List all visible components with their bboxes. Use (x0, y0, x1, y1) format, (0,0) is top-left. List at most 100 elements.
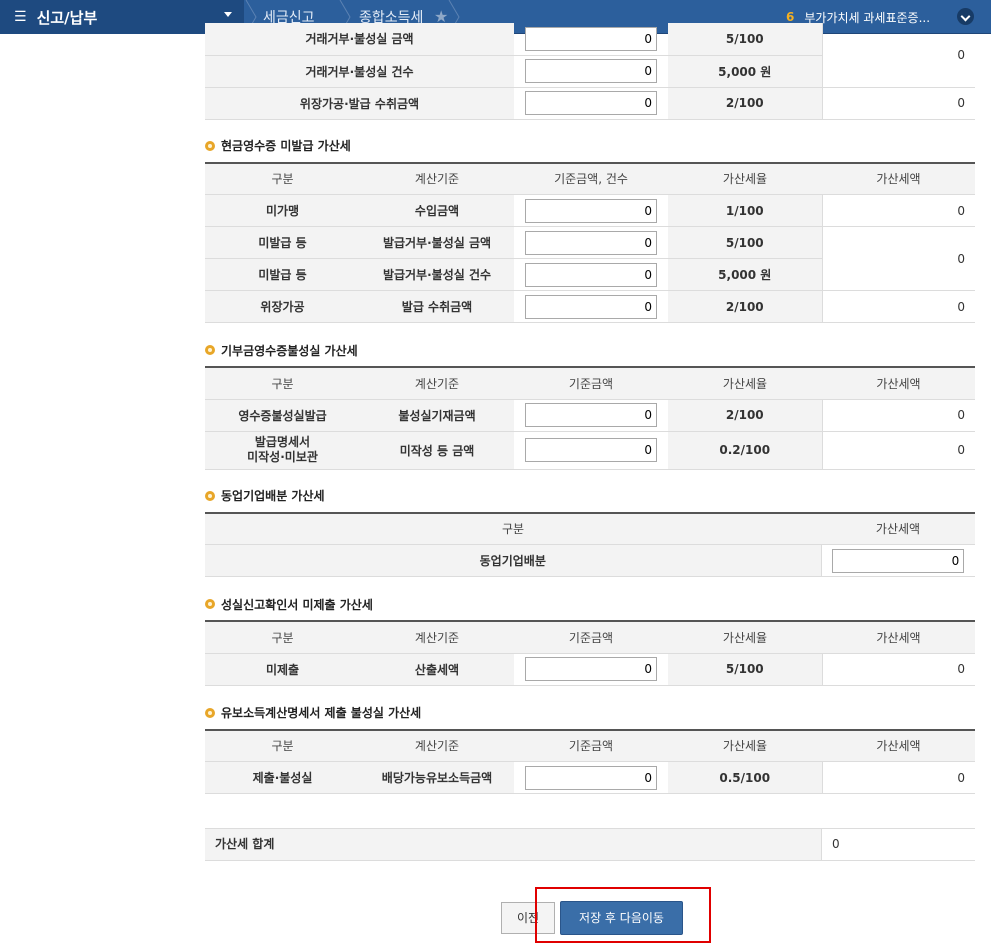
penalty-amount-cell: 0 (821, 226, 975, 291)
amount-input[interactable]: 0 (525, 91, 657, 115)
column-header: 가산세액 (822, 162, 975, 195)
column-header: 구분 (205, 512, 821, 545)
basis-cell: 발급거부·불성실 금액 (360, 226, 514, 259)
menu-title: 신고/납부 (36, 8, 98, 27)
amount-input[interactable]: 0 (525, 657, 657, 681)
penalty-amount-cell: 0 (821, 431, 975, 470)
confirmation-report-table: 구분 계산기준 기준금액 가산세율 가산세액 미제출 산출세액 0 5/100 … (205, 620, 975, 686)
column-header: 가산세액 (822, 621, 975, 654)
column-header: 가산세율 (668, 621, 822, 654)
category-cell: 영수증불성실발급 (205, 399, 360, 432)
basis-cell: 불성실기재금액 (360, 399, 514, 432)
penalty-amount-input[interactable]: 0 (832, 548, 965, 573)
column-header: 계산기준 (360, 162, 514, 195)
penalty-amount-cell: 0 (821, 87, 975, 120)
table-header-row: 구분 계산기준 기준금액 가산세율 가산세액 (205, 367, 975, 400)
column-header: 가산세율 (668, 729, 822, 762)
rate-cell: 2/100 (668, 399, 822, 432)
column-header: 구분 (205, 162, 360, 195)
basis-cell: 거래거부·불성실 금액 (205, 23, 514, 56)
column-header: 계산기준 (360, 621, 514, 654)
bullet-icon (205, 707, 215, 718)
penalty-tax-content: 거래거부·불성실 금액 0 5/100 0 거래거부·불성실 건수 0 5,00… (205, 23, 975, 794)
count-input[interactable]: 0 (525, 59, 657, 83)
penalty-amount-cell: 0 (821, 399, 975, 432)
category-cell: 제출·불성실 (205, 761, 360, 794)
rate-cell: 5/100 (668, 23, 822, 56)
amount-input[interactable]: 0 (525, 294, 657, 319)
rate-cell: 5,000 원 (668, 258, 822, 291)
column-header: 가산세액 (821, 512, 975, 545)
section-title: 기부금영수증불성실 가산세 (205, 340, 975, 360)
column-header: 기준금액 (514, 621, 668, 654)
total-label: 가산세 합계 (205, 829, 821, 860)
column-header: 구분 (205, 729, 360, 762)
basis-cell: 산출세액 (360, 653, 514, 686)
table-row: 미발급 등 발급거부·불성실 금액 0 5/100 0 (205, 226, 975, 291)
section0-table: 거래거부·불성실 금액 0 5/100 0 거래거부·불성실 건수 0 5,00… (205, 23, 975, 120)
table-header-row: 구분 계산기준 기준금액, 건수 가산세율 가산세액 (205, 162, 975, 195)
category-cell: 발급명세서 미작성·미보관 (205, 431, 360, 470)
basis-cell: 거래거부·불성실 건수 (205, 55, 514, 88)
cash-receipt-table: 구분 계산기준 기준금액, 건수 가산세율 가산세액 미가맹 수입금액 0 1/… (205, 161, 975, 323)
amount-input[interactable]: 0 (525, 438, 657, 462)
table-header-row: 구분 계산기준 기준금액 가산세율 가산세액 (205, 621, 975, 654)
penalty-amount-cell: 0 (821, 290, 975, 323)
amount-input[interactable]: 0 (525, 198, 657, 223)
amount-input[interactable]: 0 (525, 765, 657, 790)
notice-number: 6 (786, 10, 795, 24)
category-cell: 동업기업배분 (205, 544, 821, 577)
basis-cell: 수입금액 (360, 194, 514, 227)
basis-cell: 배당가능유보소득금액 (360, 761, 514, 794)
penalty-amount-cell: 0 (821, 761, 975, 794)
table-row: 거래거부·불성실 금액 0 5/100 0 (205, 23, 975, 88)
table-row: 제출·불성실 배당가능유보소득금액 0 0.5/100 0 (205, 761, 975, 794)
basis-cell: 미작성 등 금액 (360, 431, 514, 470)
table-row: 발급명세서 미작성·미보관 미작성 등 금액 0 0.2/100 0 (205, 431, 975, 470)
retained-income-table: 구분 계산기준 기준금액 가산세율 가산세액 제출·불성실 배당가능유보소득금액… (205, 728, 975, 794)
basis-cell: 발급 수취금액 (360, 290, 514, 323)
table-row: 위장가공·발급 수취금액 0 2/100 0 (205, 87, 975, 120)
column-header: 가산세액 (822, 729, 975, 762)
column-header: 계산기준 (360, 729, 514, 762)
penalty-amount-cell: 0 (821, 23, 975, 88)
section-title: 동업기업배분 가산세 (205, 486, 975, 506)
rate-cell: 0.2/100 (668, 431, 822, 470)
column-header: 기준금액 (514, 729, 668, 762)
highlight-box (535, 887, 711, 943)
partnership-table: 구분 가산세액 동업기업배분 0 (205, 511, 975, 577)
table-row: 미가맹 수입금액 0 1/100 0 (205, 194, 975, 227)
rate-cell: 5/100 (668, 226, 822, 259)
total-value: 0 (821, 829, 975, 860)
table-row: 영수증불성실발급 불성실기재금액 0 2/100 0 (205, 399, 975, 432)
amount-input[interactable]: 0 (525, 403, 657, 427)
category-cell: 미발급 등 (205, 258, 360, 291)
table-row: 미제출 산출세액 0 5/100 0 (205, 653, 975, 686)
bullet-icon (205, 140, 215, 151)
caret-down-icon (224, 12, 232, 17)
penalty-amount-cell: 0 (821, 194, 975, 227)
count-input[interactable]: 0 (525, 262, 657, 287)
rate-cell: 5/100 (668, 653, 822, 686)
rate-cell: 2/100 (668, 87, 822, 120)
bullet-icon (205, 345, 215, 355)
category-cell: 미가맹 (205, 194, 360, 227)
section-title: 현금영수증 미발급 가산세 (205, 136, 975, 156)
column-header: 가산세율 (668, 162, 822, 195)
column-header: 가산세율 (668, 367, 822, 400)
table-row: 동업기업배분 0 (205, 544, 975, 577)
rate-cell: 0.5/100 (668, 761, 822, 794)
column-header: 구분 (205, 621, 360, 654)
rate-cell: 1/100 (668, 194, 822, 227)
table-header-row: 구분 가산세액 (205, 512, 975, 545)
table-row: 위장가공 발급 수취금액 0 2/100 0 (205, 290, 975, 323)
section-title: 유보소득계산명세서 제출 불성실 가산세 (205, 703, 975, 723)
amount-input[interactable]: 0 (525, 26, 657, 51)
amount-input[interactable]: 0 (525, 230, 657, 255)
penalty-amount-cell: 0 (821, 653, 975, 686)
bullet-icon (205, 490, 215, 501)
rate-cell: 2/100 (668, 290, 822, 323)
column-header: 기준금액 (514, 367, 668, 400)
basis-cell: 발급거부·불성실 건수 (360, 258, 514, 291)
category-cell: 미제출 (205, 653, 360, 686)
